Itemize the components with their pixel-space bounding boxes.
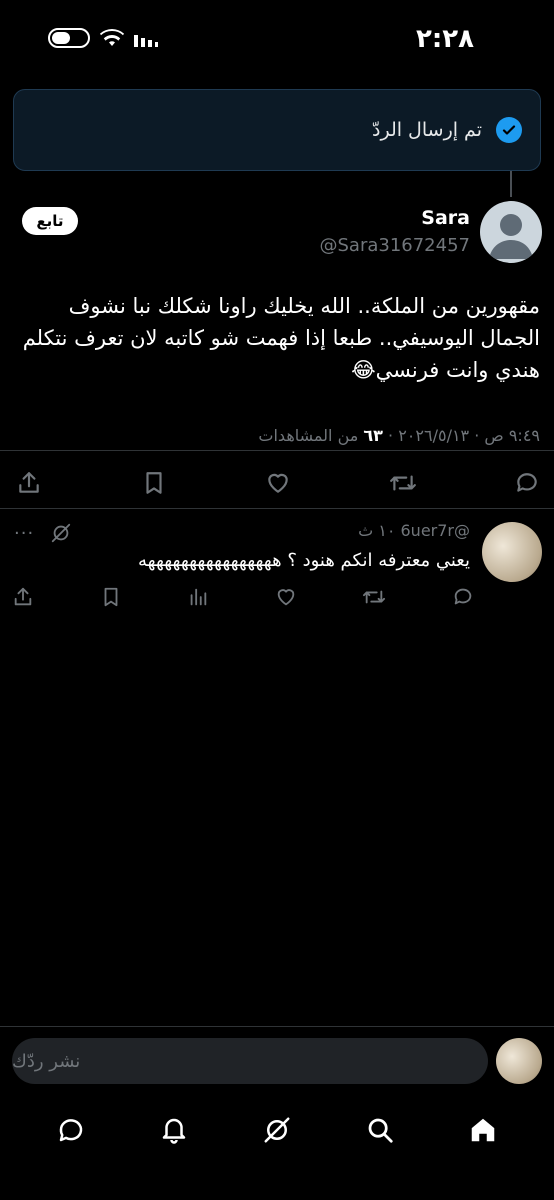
bookmark-icon[interactable] xyxy=(139,468,169,498)
like-icon[interactable] xyxy=(263,468,293,498)
tweet-text: مقهورين من الملكة.. الله يخليك راونا شكل… xyxy=(10,290,540,386)
check-icon xyxy=(496,117,522,143)
divider xyxy=(0,450,554,451)
my-avatar[interactable] xyxy=(496,1038,542,1084)
reply-time: ١٠ ث xyxy=(358,521,396,540)
status-time: ٢:٢٨ xyxy=(415,24,474,54)
views-icon[interactable] xyxy=(187,586,209,608)
compose-bar: نشر ردّك xyxy=(0,1026,554,1096)
reply-author-avatar[interactable] xyxy=(482,522,542,582)
tweet-text-line: مقهورين من الملكة.. الله يخليك راونا شكل… xyxy=(68,294,540,318)
more-options-icon[interactable]: ··· xyxy=(14,523,34,544)
bottom-nav xyxy=(0,1100,554,1160)
reply-icon[interactable] xyxy=(512,468,542,498)
signal-icon xyxy=(134,35,158,47)
retweet-icon[interactable] xyxy=(362,586,386,608)
follow-button[interactable]: تابع xyxy=(22,207,78,235)
reply-tools: ··· xyxy=(14,522,72,544)
thread-line xyxy=(510,171,512,197)
share-icon[interactable] xyxy=(12,586,34,608)
views-label: من المشاهدات xyxy=(258,426,364,445)
share-icon[interactable] xyxy=(14,468,44,498)
search-icon[interactable] xyxy=(360,1110,400,1150)
home-icon[interactable] xyxy=(463,1110,503,1150)
toast-message: تم إرسال الردّ xyxy=(372,119,482,141)
author-handle[interactable]: @Sara31672457 xyxy=(319,235,470,256)
notifications-icon[interactable] xyxy=(154,1110,194,1150)
views-count: ٦٣ xyxy=(363,426,383,445)
reply-input[interactable]: نشر ردّك xyxy=(12,1038,488,1084)
author-name[interactable]: Sara xyxy=(421,207,470,229)
status-bar: ٢:٢٨ xyxy=(0,0,554,76)
tweet-timestamp: ٩:٤٩ ص · ٢٠٢٦/٥/١٣ · xyxy=(382,426,540,445)
reply-header: @6uer7r ١٠ ث xyxy=(358,521,470,540)
tweet-text-line: الجمال اليوسيفي.. طبعا إذا فهمت شو كاتبه… xyxy=(22,326,540,350)
grok-icon[interactable] xyxy=(257,1110,297,1150)
messages-icon[interactable] xyxy=(51,1110,91,1150)
author-avatar[interactable] xyxy=(480,201,542,263)
reply-text: يعني معترفه انكم هنود ؟ هههههههههههههههه… xyxy=(138,550,470,571)
reply-icon[interactable] xyxy=(452,586,474,608)
like-icon[interactable] xyxy=(275,586,297,608)
tweet-action-bar xyxy=(14,466,542,500)
reply-sent-toast[interactable]: تم إرسال الردّ xyxy=(13,89,541,171)
tweet-text-line: هندي وانت فرنسي😂 xyxy=(351,358,540,382)
tweet-meta: ٩:٤٩ ص · ٢٠٢٦/٥/١٣ · ٦٣ من المشاهدات xyxy=(258,426,540,445)
battery-icon xyxy=(48,28,90,48)
wifi-icon xyxy=(100,29,124,46)
bookmark-icon[interactable] xyxy=(100,586,122,608)
grok-icon[interactable] xyxy=(50,522,72,544)
reply-action-bar xyxy=(12,584,474,610)
retweet-icon[interactable] xyxy=(388,468,418,498)
reply-handle[interactable]: @6uer7r xyxy=(401,521,471,540)
divider xyxy=(0,508,554,509)
status-icons xyxy=(48,28,158,48)
